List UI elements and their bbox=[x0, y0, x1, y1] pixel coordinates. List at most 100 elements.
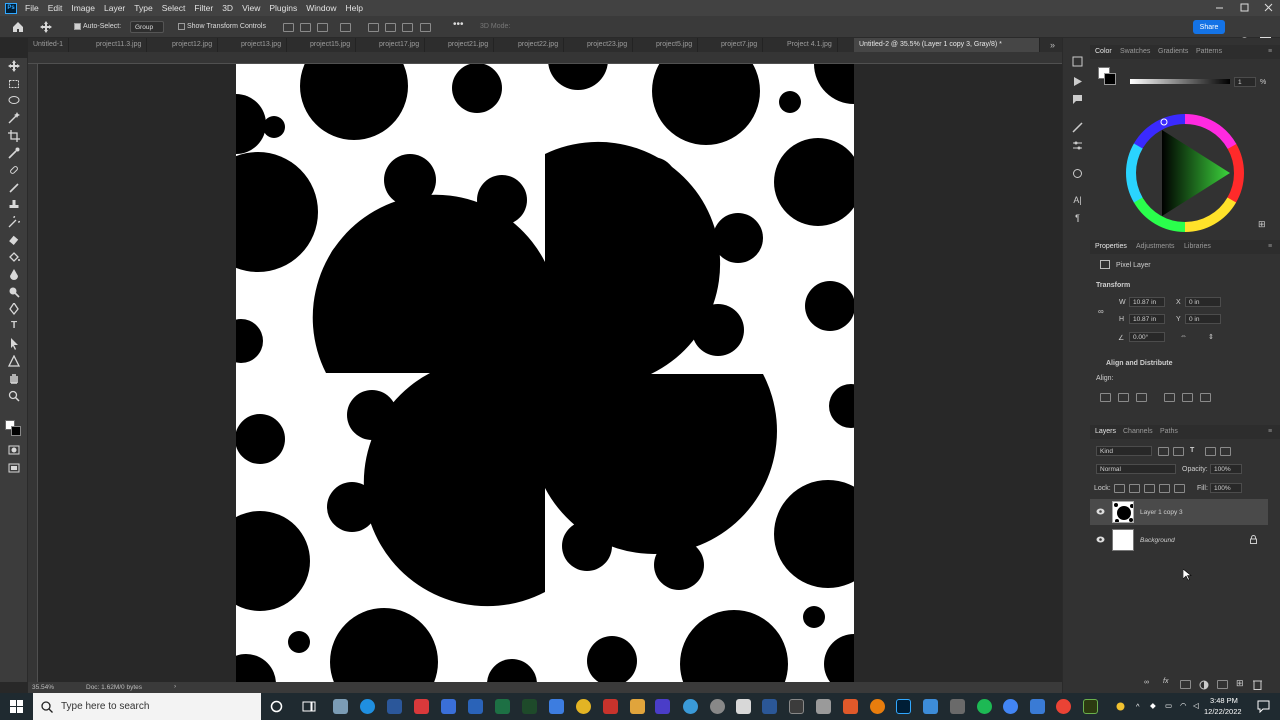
wifi-icon[interactable]: ◠ bbox=[1180, 701, 1187, 710]
clone-source-icon[interactable] bbox=[1072, 168, 1083, 179]
auto-select-checkbox[interactable] bbox=[74, 23, 81, 30]
pen-tool-icon[interactable] bbox=[8, 303, 20, 315]
color-bg-swatch[interactable] bbox=[1104, 73, 1116, 85]
link-icon[interactable]: ∞ bbox=[1098, 307, 1104, 316]
layer-name[interactable]: Layer 1 copy 3 bbox=[1140, 509, 1183, 516]
chrome-icon[interactable] bbox=[1056, 699, 1071, 714]
filter-smart-object-icon[interactable] bbox=[1220, 447, 1231, 456]
lock-image-icon[interactable] bbox=[1129, 484, 1140, 493]
paragraph-icon[interactable]: ¶ bbox=[1072, 213, 1083, 224]
menu-type[interactable]: Type bbox=[134, 3, 152, 13]
taskbar-app-icon[interactable] bbox=[789, 699, 804, 714]
taskbar-app-icon[interactable] bbox=[843, 699, 858, 714]
windows-start-icon[interactable] bbox=[10, 700, 23, 713]
tab-project15[interactable]: project15.jpg bbox=[305, 38, 357, 52]
brush-tool-icon[interactable] bbox=[8, 182, 20, 194]
lock-position-icon[interactable] bbox=[1144, 484, 1155, 493]
tab-untitled-1[interactable]: Untitled-1 bbox=[28, 38, 69, 52]
home-icon[interactable] bbox=[12, 21, 24, 33]
dreamweaver-icon[interactable] bbox=[1083, 699, 1098, 714]
tab-project5[interactable]: project5.jpg bbox=[651, 38, 699, 52]
taskbar-app-icon[interactable] bbox=[333, 699, 348, 714]
store-icon[interactable] bbox=[387, 699, 402, 714]
menu-view[interactable]: View bbox=[242, 3, 260, 13]
tab-project17[interactable]: project17.jpg bbox=[374, 38, 426, 52]
edge-icon[interactable] bbox=[360, 699, 375, 714]
menu-layer[interactable]: Layer bbox=[104, 3, 125, 13]
align-right-edges-icon[interactable] bbox=[1136, 393, 1147, 402]
distribute-center-icon[interactable] bbox=[385, 23, 396, 32]
weather-icon[interactable] bbox=[1115, 701, 1126, 712]
tab-swatches[interactable]: Swatches bbox=[1120, 48, 1150, 55]
filter-shape-icon[interactable] bbox=[1205, 447, 1216, 456]
path-selection-icon[interactable] bbox=[8, 338, 20, 350]
tray-chevron-icon[interactable]: ^ bbox=[1136, 702, 1140, 711]
layer-row-background[interactable]: Background bbox=[1090, 527, 1270, 553]
align-top-icon[interactable] bbox=[340, 23, 351, 32]
taskbar-app-icon[interactable] bbox=[576, 699, 591, 714]
tab-project21[interactable]: project21.jpg bbox=[443, 38, 495, 52]
blender-icon[interactable] bbox=[870, 699, 885, 714]
fill-field[interactable]: 100% bbox=[1210, 483, 1242, 493]
taskbar-app-icon[interactable] bbox=[655, 699, 670, 714]
zoom-tool-icon[interactable] bbox=[8, 390, 20, 402]
tab-color[interactable]: Color bbox=[1095, 48, 1112, 55]
panel-menu-icon[interactable]: ≡ bbox=[1268, 428, 1272, 435]
delete-layer-icon[interactable] bbox=[1253, 679, 1262, 690]
maximize-icon[interactable] bbox=[1240, 3, 1249, 12]
move-tool-icon[interactable] bbox=[8, 60, 20, 72]
lasso-tool-icon[interactable] bbox=[8, 95, 20, 107]
magic-wand-icon[interactable] bbox=[8, 112, 20, 124]
panel-menu-icon[interactable]: ≡ bbox=[1268, 48, 1272, 55]
character-icon[interactable]: A| bbox=[1072, 195, 1083, 206]
document-canvas[interactable] bbox=[236, 64, 854, 682]
lock-icon[interactable] bbox=[1250, 535, 1257, 544]
tab-project11-3[interactable]: project11.3.jpg bbox=[91, 38, 148, 52]
settings-gear-icon[interactable] bbox=[710, 699, 725, 714]
clone-stamp-icon[interactable] bbox=[8, 199, 20, 211]
taskbar-app-icon[interactable] bbox=[468, 699, 483, 714]
taskbar-app-icon[interactable] bbox=[816, 699, 831, 714]
tab-untitled-2[interactable]: Untitled-2 @ 35.5% (Layer 1 copy 3, Gray… bbox=[854, 38, 1040, 52]
layer-row-layer-1-copy-3[interactable]: Layer 1 copy 3 bbox=[1090, 499, 1268, 525]
clock-date[interactable]: 12/22/2022 bbox=[1204, 707, 1242, 716]
tab-project12[interactable]: project12.jpg bbox=[167, 38, 219, 52]
tab-channels[interactable]: Channels bbox=[1123, 428, 1153, 435]
link-layers-icon[interactable]: ∞ bbox=[1144, 679, 1149, 686]
volume-icon[interactable]: ◁ bbox=[1193, 701, 1199, 710]
menu-image[interactable]: Image bbox=[71, 3, 95, 13]
hand-tool-icon[interactable] bbox=[8, 372, 20, 384]
tab-project7[interactable]: project7.jpg bbox=[716, 38, 764, 52]
lock-artboard-icon[interactable] bbox=[1159, 484, 1170, 493]
healing-brush-icon[interactable] bbox=[8, 164, 20, 176]
taskbar-app-icon[interactable] bbox=[736, 699, 751, 714]
comments-icon[interactable] bbox=[1072, 94, 1083, 105]
flip-horizontal-icon[interactable]: ⇔ bbox=[1180, 333, 1187, 340]
taskbar-app-icon[interactable] bbox=[414, 699, 429, 714]
taskbar-app-icon[interactable] bbox=[603, 699, 618, 714]
filter-type-icon[interactable]: T bbox=[1190, 447, 1194, 454]
actions-play-icon[interactable] bbox=[1072, 76, 1083, 87]
menu-filter[interactable]: Filter bbox=[194, 3, 213, 13]
tab-properties[interactable]: Properties bbox=[1095, 243, 1127, 250]
battery-icon[interactable]: ▭ bbox=[1165, 701, 1172, 710]
x-field[interactable]: 0 in bbox=[1185, 297, 1221, 307]
taskbar-app-icon[interactable] bbox=[522, 699, 537, 714]
brush-settings-icon[interactable] bbox=[1072, 122, 1083, 133]
brightness-slider[interactable] bbox=[1130, 79, 1230, 84]
tab-project23[interactable]: project23.jpg bbox=[582, 38, 634, 52]
history-icon[interactable] bbox=[1072, 56, 1083, 67]
menu-3d[interactable]: 3D bbox=[222, 3, 233, 13]
lock-transparent-icon[interactable] bbox=[1114, 484, 1125, 493]
color-panel-expand-icon[interactable]: ⊞ bbox=[1258, 219, 1266, 230]
tab-libraries[interactable]: Libraries bbox=[1184, 243, 1211, 250]
width-field[interactable]: 10.87 in bbox=[1129, 297, 1165, 307]
filter-pixel-icon[interactable] bbox=[1158, 447, 1169, 456]
adjustment-layer-icon[interactable] bbox=[1199, 680, 1209, 690]
excel-icon[interactable] bbox=[495, 699, 510, 714]
auto-select-dropdown[interactable]: Group bbox=[130, 21, 164, 33]
dropbox-icon[interactable]: ◆ bbox=[1150, 701, 1156, 710]
notifications-icon[interactable] bbox=[1257, 700, 1270, 713]
visibility-eye-icon[interactable] bbox=[1096, 536, 1105, 543]
brightness-value[interactable]: 1 bbox=[1234, 77, 1256, 87]
